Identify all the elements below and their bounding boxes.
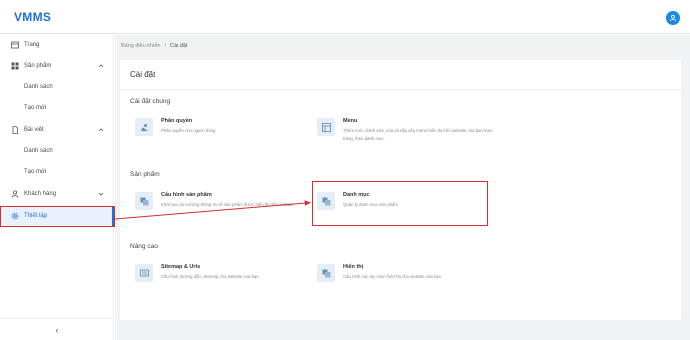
sidebar-subitem-san-pham-danh-sach[interactable]: Danh sách [0,77,114,97]
chevron-up-icon [98,128,104,132]
sidebar-item-label: Danh sách [24,148,53,154]
user-icon [11,190,19,198]
setting-item-name: Sitemap & Urls [161,264,201,270]
grid-icon [11,41,19,49]
setting-item-name: Phân quyền [161,118,193,124]
divider [120,89,681,90]
setting-item-desc: Phân quyền cho người dùng [161,128,216,133]
sidebar-subitem-san-pham-tao-moi[interactable]: Tạo mới [0,98,114,118]
sidebar-item-label: Sản phẩm [24,63,52,69]
setting-item-cau-hinh-san-pham[interactable]: Cấu hình sản phẩm Khởi tạo các trường th… [135,192,315,224]
setting-item-desc: Cấu hình các tùy chọn hiển thị cho websi… [343,274,442,279]
sidebar-item-label: Tạo mới [24,169,47,175]
top-bar: VMMS [0,0,690,34]
display-icon [317,264,335,282]
sidebar-item-khach-hang[interactable]: Khách hàng [0,184,114,204]
sidebar-item-label: Khách hàng [24,191,57,197]
sitemap-icon [135,264,153,282]
breadcrumb-parent[interactable]: Bảng điều khiển [121,43,160,49]
setting-item-desc: Thêm mới, chỉnh sửa, xóa và sắp xếp menu… [343,128,493,141]
setting-item-desc: Khởi tạo các trường thông tin về sản phẩ… [161,202,294,207]
setting-item-desc: Cấu hình đường dẫn, sitemap cho website … [161,274,260,279]
sidebar-item-label: Danh sách [24,84,53,90]
setting-item-hien-thi[interactable]: Hiển thị Cấu hình các tùy chọn hiển thị … [317,264,497,296]
sidebar: Trang Sản phẩm Danh sách Tạo mới Bài viế… [0,35,114,340]
user-avatar-icon[interactable] [666,11,680,25]
sidebar-collapse-button[interactable]: ‹ [0,318,114,340]
chevron-down-icon [98,192,104,196]
sidebar-item-bai-viet[interactable]: Bài viết [0,120,114,140]
article-icon [11,126,19,134]
section-title-san-pham: Sản phẩm [130,171,160,178]
section-title-nang-cao: Nâng cao [130,243,158,250]
setting-item-sitemap-urls[interactable]: Sitemap & Urls Cấu hình đường dẫn, sitem… [135,264,315,296]
setting-item-name: Menu [343,118,358,124]
sidebar-item-label: Bài viết [24,127,44,133]
sidebar-item-san-pham[interactable]: Sản phẩm [0,56,114,76]
section-title-cai-dat-chung: Cài đặt chung [130,98,171,105]
product-icon [11,62,19,70]
setting-item-menu[interactable]: Menu Thêm mới, chỉnh sửa, xóa và sắp xếp… [317,118,497,150]
sidebar-item-label: Trang [24,42,40,48]
chevron-up-icon [98,64,104,68]
breadcrumb: Bảng điều khiển / Cài đặt [121,40,187,52]
sidebar-subitem-bai-viet-danh-sach[interactable]: Danh sách [0,141,114,161]
setting-item-name: Cấu hình sản phẩm [161,192,212,198]
setting-item-name: Hiển thị [343,264,364,270]
highlight-box-danh-muc [312,181,488,226]
sidebar-subitem-bai-viet-tao-moi[interactable]: Tạo mới [0,162,114,182]
brand-logo[interactable]: VMMS [14,10,51,24]
breadcrumb-current: Cài đặt [169,43,188,49]
product-config-icon [135,192,153,210]
menu-icon [317,118,335,136]
permission-icon [135,118,153,136]
breadcrumb-separator: / [164,43,166,49]
chevron-left-icon: ‹ [55,324,59,335]
sidebar-item-trang[interactable]: Trang [0,35,114,55]
highlight-box-thiet-lap [0,206,115,227]
setting-item-phan-quyen[interactable]: Phân quyền Phân quyền cho người dùng [135,118,315,150]
page-title: Cài đặt [130,70,156,79]
sidebar-item-label: Tạo mới [24,105,47,111]
